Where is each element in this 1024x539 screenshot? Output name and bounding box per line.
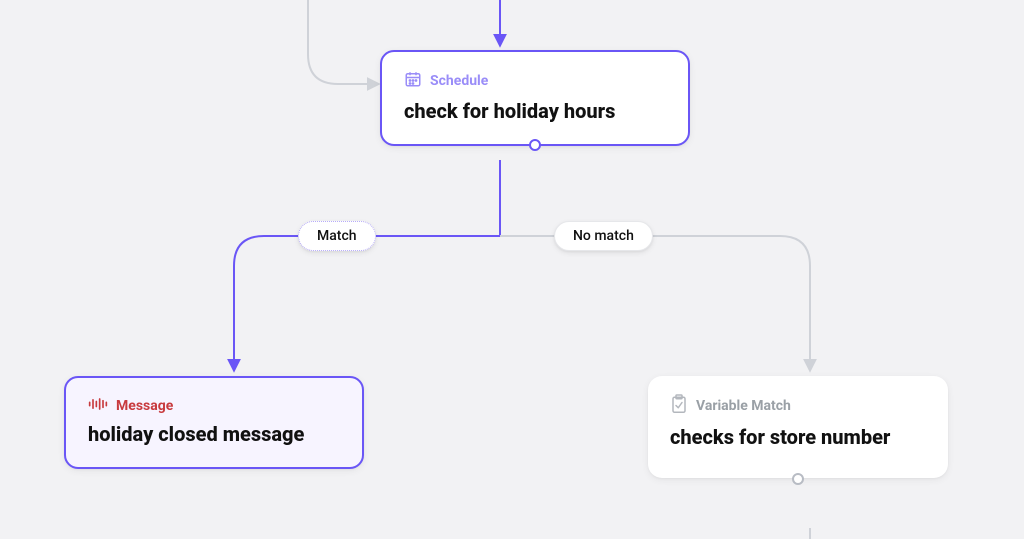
branch-pill-match[interactable]: Match xyxy=(298,221,376,251)
node-title: check for holiday hours xyxy=(404,98,666,124)
node-variable-match[interactable]: Variable Match checks for store number xyxy=(648,376,948,478)
node-type-label: Schedule xyxy=(430,73,488,89)
waveform-icon xyxy=(88,396,108,415)
pill-label: No match xyxy=(573,228,634,244)
node-header: Variable Match xyxy=(670,394,926,418)
node-schedule[interactable]: Schedule check for holiday hours xyxy=(380,50,690,146)
node-message[interactable]: Message holiday closed message xyxy=(64,376,364,469)
node-type-label: Message xyxy=(116,398,173,414)
clipboard-check-icon xyxy=(670,394,688,418)
node-header: Message xyxy=(88,396,340,415)
branch-pill-no-match[interactable]: No match xyxy=(554,221,653,251)
calendar-icon xyxy=(404,70,422,92)
output-port[interactable] xyxy=(792,473,804,485)
output-port[interactable] xyxy=(529,139,541,151)
node-header: Schedule xyxy=(404,70,666,92)
node-title: holiday closed message xyxy=(88,421,340,447)
pill-label: Match xyxy=(317,228,357,244)
node-title: checks for store number xyxy=(670,424,926,450)
node-type-label: Variable Match xyxy=(696,398,791,414)
